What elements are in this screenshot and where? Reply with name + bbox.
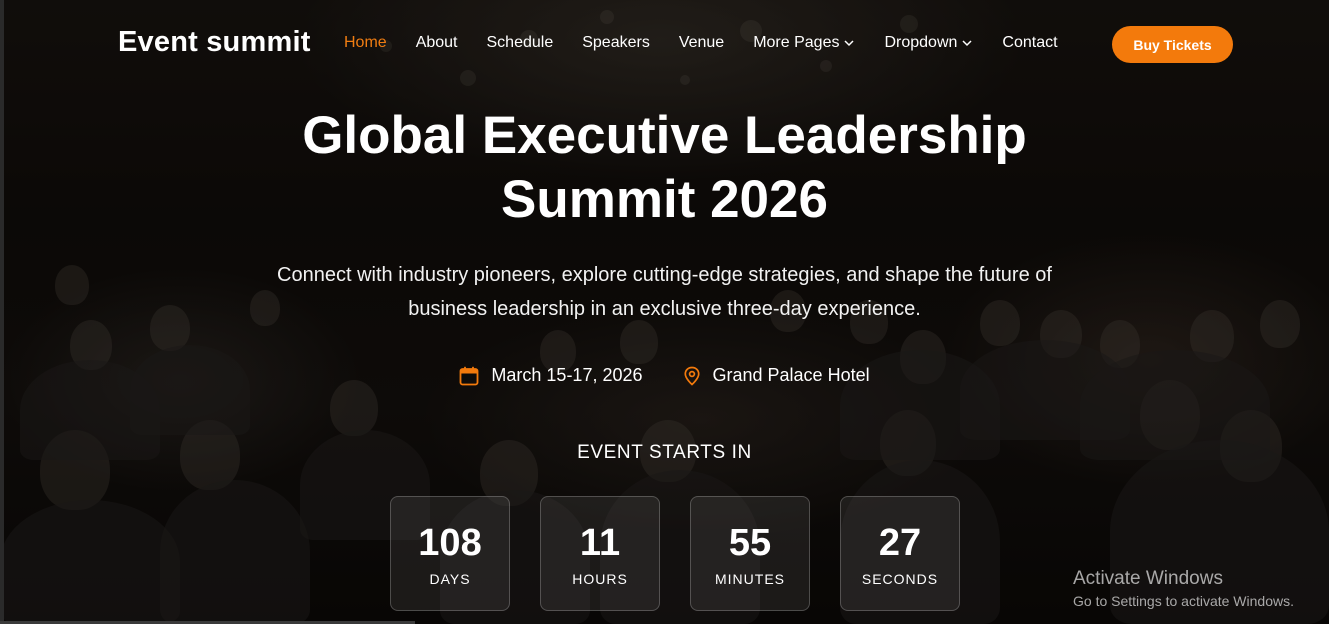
event-location-text: Grand Palace Hotel [712,365,870,385]
countdown-hours: 11 HOURS [540,496,660,611]
site-header: Event summit Home About Schedule Speaker… [0,0,1329,88]
activate-windows-watermark: Activate Windows Go to Settings to activ… [1073,568,1294,612]
countdown-days-value: 108 [418,521,482,564]
event-meta: March 15-17, 2026 Grand Palace Hotel [0,365,1329,386]
nav-about[interactable]: About [416,34,458,52]
hero-subtitle: Connect with industry pioneers, explore … [277,264,1052,320]
countdown-days-label: DAYS [429,570,471,587]
countdown-minutes-label: MINUTES [715,570,785,587]
nav-schedule-label: Schedule [486,34,554,51]
buy-tickets-button[interactable]: Buy Tickets [1112,26,1233,63]
main-nav: Home About Schedule Speakers Venue More … [344,34,1087,52]
hero-title: Global Executive Leadership Summit 2026 [302,106,1027,229]
event-date-text: March 15-17, 2026 [491,365,643,385]
map-pin-icon [683,366,700,386]
countdown: 108 DAYS 11 HOURS 55 MINUTES 27 SECONDS [390,496,960,611]
nav-speakers-label: Speakers [582,34,650,51]
nav-venue-label: Venue [678,34,725,51]
chevron-down-icon [844,40,854,47]
site-logo[interactable]: Event summit [118,26,311,59]
event-location: Grand Palace Hotel [683,365,870,386]
nav-speakers[interactable]: Speakers [582,34,650,52]
countdown-minutes: 55 MINUTES [690,496,810,611]
calendar-icon [460,366,479,385]
countdown-hours-value: 11 [579,521,621,564]
watermark-subtitle: Go to Settings to activate Windows. [1073,593,1294,609]
nav-more-pages[interactable]: More Pages [753,34,855,52]
chevron-down-icon [962,40,972,47]
nav-schedule[interactable]: Schedule [487,34,554,52]
nav-home-label: Home [344,34,387,51]
nav-venue[interactable]: Venue [679,34,724,52]
countdown-hours-label: HOURS [572,570,628,587]
countdown-seconds: 27 SECONDS [840,496,960,611]
nav-home[interactable]: Home [344,34,387,52]
nav-contact[interactable]: Contact [1002,34,1057,52]
nav-dropdown[interactable]: Dropdown [884,34,973,52]
nav-contact-label: Contact [1002,34,1058,51]
event-date: March 15-17, 2026 [459,365,643,386]
countdown-title: EVENT STARTS IN [577,442,752,463]
countdown-minutes-value: 55 [728,521,772,564]
watermark-title: Activate Windows [1073,568,1223,589]
countdown-seconds-value: 27 [878,521,922,564]
nav-dropdown-label: Dropdown [884,34,958,51]
nav-more-pages-label: More Pages [753,34,840,51]
countdown-days: 108 DAYS [390,496,510,611]
countdown-seconds-label: SECONDS [861,570,939,587]
nav-about-label: About [415,34,458,51]
